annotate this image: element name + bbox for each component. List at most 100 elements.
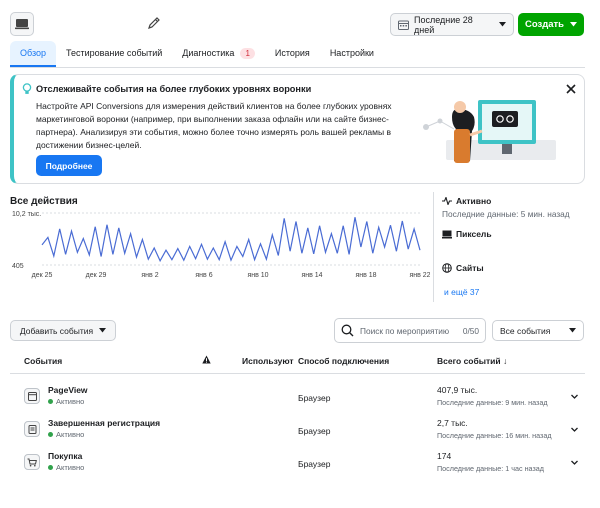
status-subtitle: Последние данные: 5 мин. назад	[442, 209, 570, 219]
tab-bar: Обзор Тестирование событий Диагностика 1 …	[10, 40, 585, 68]
close-icon[interactable]	[565, 83, 577, 95]
connection-method: Браузер	[298, 459, 331, 469]
event-name: PageView	[48, 385, 88, 395]
event-last-data: Последние данные: 1 час назад	[437, 464, 544, 473]
page-icon	[24, 388, 40, 404]
tab-label: Диагностика	[182, 48, 235, 58]
tab-label: История	[274, 48, 310, 58]
status-text: Активно	[56, 397, 85, 406]
event-status: Активно	[48, 397, 84, 406]
status-dot	[48, 465, 53, 470]
x-tick-label: дек 25	[32, 272, 53, 279]
caret-down-icon	[99, 328, 107, 333]
tab-diagnostics[interactable]: Диагностика 1	[172, 41, 265, 65]
more-sites-link[interactable]: и ещё 37	[444, 287, 479, 297]
monitor-icon	[15, 19, 29, 30]
event-name: Покупка	[48, 451, 83, 461]
cart-icon	[24, 454, 40, 470]
x-tick-label: янв 22	[409, 272, 430, 279]
status-text: Активно	[56, 430, 85, 439]
x-tick-label: янв 6	[195, 272, 212, 279]
x-tick-label: дек 29	[86, 272, 107, 279]
x-tick-label: янв 14	[301, 272, 322, 279]
add-events-label: Добавить события	[19, 325, 94, 336]
analytics-illustration	[423, 100, 556, 163]
x-tick-label: янв 10	[247, 272, 268, 279]
table-header-divider	[10, 373, 585, 374]
date-range-label: Последние 28 дней	[414, 14, 473, 35]
event-total: 2,7 тыс.	[437, 418, 468, 428]
chevron-down-icon[interactable]	[570, 392, 579, 401]
monitor-icon	[442, 230, 452, 238]
date-range-selector[interactable]: Последние 28 дней	[390, 13, 514, 36]
status-text: Активно	[56, 463, 85, 472]
tabs-divider	[10, 67, 585, 68]
event-last-data: Последние данные: 9 мин. назад	[437, 398, 548, 407]
event-total: 174	[437, 451, 452, 461]
event-last-data: Последние данные: 16 мин. назад	[437, 431, 552, 440]
tab-history[interactable]: История	[265, 41, 320, 65]
calendar-icon	[398, 20, 409, 30]
tab-label: Настройки	[329, 48, 374, 58]
table-row[interactable]: Завершенная регистрация Активно Браузер …	[10, 413, 585, 447]
event-filter-label: Все события	[500, 325, 551, 336]
all-actions-chart: 10,2 тыс. 405 дек 25 дек 29 янв 2 янв 6 янв 10…	[12, 211, 430, 279]
pencil-icon[interactable]	[147, 16, 161, 30]
series-line	[41, 217, 421, 263]
banner-title: Отслеживайте события на более глубоких у…	[36, 84, 312, 94]
y-tick-label: 405	[12, 263, 24, 270]
col-method: Способ подключения	[298, 356, 390, 366]
event-filter-dropdown[interactable]: Все события	[492, 320, 584, 341]
tab-settings[interactable]: Настройки	[320, 41, 384, 65]
search-icon	[341, 324, 354, 337]
col-uses: Используют	[242, 356, 294, 366]
lightbulb-icon	[22, 83, 32, 94]
status-block: Активно Последние данные: 5 мин. назад	[442, 196, 570, 219]
data-source-icon-button[interactable]	[10, 12, 34, 36]
learn-more-button[interactable]: Подробнее	[36, 155, 102, 176]
col-total-sort[interactable]: Всего событий ↓	[437, 356, 507, 366]
tab-label: Обзор	[20, 48, 46, 58]
banner-body: Настройте API Conversions для измерения …	[36, 101, 392, 150]
search-placeholder: Поиск по мероприятию	[360, 325, 450, 336]
registration-icon	[24, 421, 40, 437]
sites-label: Сайты	[456, 263, 484, 273]
status-title: Активно	[456, 196, 492, 206]
globe-icon	[442, 263, 452, 273]
caret-down-icon	[499, 22, 506, 27]
event-status: Активно	[48, 463, 84, 472]
x-tick-label: янв 18	[355, 272, 376, 279]
table-row[interactable]: PageView Активно Браузер 407,9 тыс. Посл…	[10, 380, 585, 414]
tab-label: Тестирование событий	[66, 48, 163, 58]
status-dot	[48, 399, 53, 404]
tab-overview[interactable]: Обзор	[10, 41, 56, 68]
warning-icon	[202, 355, 211, 364]
event-search-input[interactable]: Поиск по мероприятию 0/50	[334, 318, 486, 343]
add-events-dropdown[interactable]: Добавить события	[10, 320, 116, 341]
connection-method: Браузер	[298, 426, 331, 436]
chevron-down-icon[interactable]	[570, 425, 579, 434]
status-dot	[48, 432, 53, 437]
event-status: Активно	[48, 430, 84, 439]
col-events: События	[24, 356, 63, 366]
event-total: 407,9 тыс.	[437, 385, 478, 395]
create-button[interactable]: Создать	[518, 13, 584, 36]
caret-down-icon	[570, 22, 578, 27]
create-button-label: Создать	[524, 19, 565, 30]
events-table-header: События Используют Способ подключения Вс…	[10, 350, 585, 372]
sites-block: Сайты	[442, 263, 484, 273]
diagnostics-badge: 1	[240, 47, 255, 59]
event-name: Завершенная регистрация	[48, 418, 161, 428]
pixel-block: Пиксель	[442, 229, 492, 239]
x-tick-label: янв 2	[141, 272, 158, 279]
search-char-count: 0/50	[462, 325, 479, 336]
caret-down-icon	[569, 328, 576, 333]
chart-divider	[433, 192, 434, 302]
tab-test-events[interactable]: Тестирование событий	[56, 41, 172, 65]
pixel-label: Пиксель	[456, 229, 492, 239]
chevron-down-icon[interactable]	[570, 458, 579, 467]
connection-method: Браузер	[298, 393, 331, 403]
promo-banner: Отслеживайте события на более глубоких у…	[10, 74, 585, 184]
activity-icon	[442, 197, 452, 205]
table-row[interactable]: Покупка Активно Браузер 174 Последние да…	[10, 446, 585, 480]
